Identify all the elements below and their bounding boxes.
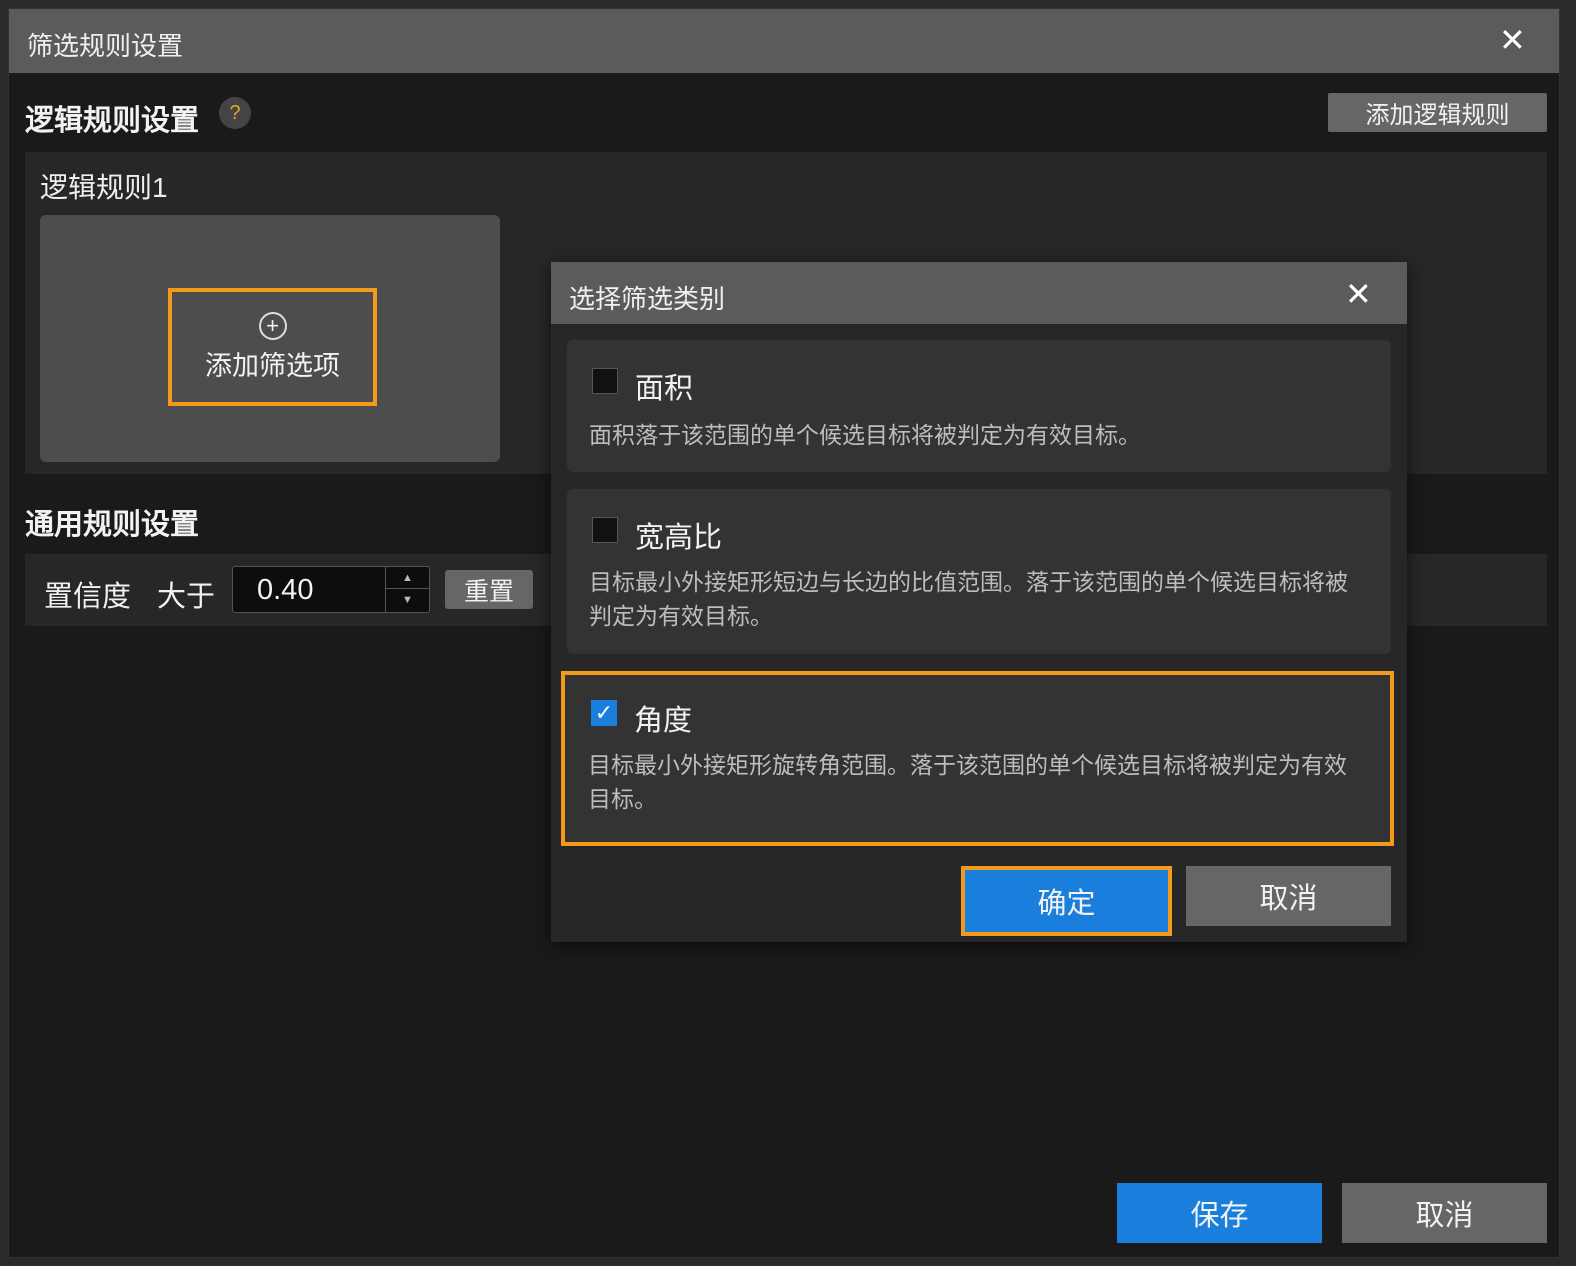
confirm-highlight: 确定	[961, 866, 1172, 936]
add-filter-label: 添加筛选项	[205, 350, 340, 381]
popup-title: 选择筛选类别	[569, 284, 726, 314]
confidence-stepper[interactable]: 0.40 ▲ ▼	[232, 566, 430, 613]
close-icon[interactable]: ✕	[1499, 24, 1526, 56]
dialog-title-bar: 筛选规则设置 ✕	[9, 9, 1559, 73]
confidence-input[interactable]: 0.40	[257, 574, 313, 607]
decrement-icon[interactable]: ▼	[386, 589, 429, 611]
aspect-ratio-checkbox[interactable]	[592, 517, 618, 543]
dialog-title: 筛选规则设置	[27, 31, 184, 61]
popup-close-icon[interactable]: ✕	[1345, 278, 1372, 310]
filter-option-angle[interactable]: ✓ 角度 目标最小外接矩形旋转角范围。落于该范围的单个候选目标将被判定为有效目标…	[561, 671, 1394, 846]
help-icon[interactable]: ?	[219, 97, 251, 129]
confidence-label: 置信度	[44, 581, 132, 613]
area-checkbox[interactable]	[592, 368, 618, 394]
option-description: 目标最小外接矩形旋转角范围。落于该范围的单个候选目标将被判定为有效目标。	[588, 752, 1347, 812]
increment-icon[interactable]: ▲	[386, 567, 429, 589]
option-description: 面积落于该范围的单个候选目标将被判定为有效目标。	[589, 422, 1141, 448]
filter-area: + 添加筛选项	[40, 215, 500, 462]
option-label: 角度	[634, 705, 693, 737]
logic-section-title: 逻辑规则设置	[25, 105, 200, 137]
reset-button[interactable]: 重置	[445, 570, 533, 609]
filter-option-aspect-ratio[interactable]: 宽高比 目标最小外接矩形短边与长边的比值范围。落于该范围的单个候选目标将被判定为…	[567, 489, 1391, 654]
save-button[interactable]: 保存	[1117, 1183, 1322, 1243]
confirm-button[interactable]: 确定	[965, 870, 1168, 932]
filter-option-area[interactable]: 面积 面积落于该范围的单个候选目标将被判定为有效目标。	[567, 340, 1391, 472]
cancel-button[interactable]: 取消	[1342, 1183, 1547, 1243]
plus-circle-icon: +	[258, 311, 287, 340]
add-logic-rule-button[interactable]: 添加逻辑规则	[1328, 93, 1547, 132]
popup-cancel-button[interactable]: 取消	[1186, 866, 1391, 926]
option-label: 宽高比	[635, 522, 723, 554]
popup-title-bar: 选择筛选类别 ✕	[551, 262, 1407, 324]
rule-name: 逻辑规则1	[40, 172, 168, 203]
add-filter-button[interactable]: + 添加筛选项	[168, 288, 377, 406]
option-description: 目标最小外接矩形短边与长边的比值范围。落于该范围的单个候选目标将被判定为有效目标…	[589, 569, 1348, 629]
general-section-title: 通用规则设置	[25, 509, 200, 541]
option-label: 面积	[635, 373, 694, 405]
angle-checkbox-checked-icon[interactable]: ✓	[591, 700, 617, 726]
select-filter-category-popup: 选择筛选类别 ✕ 面积 面积落于该范围的单个候选目标将被判定为有效目标。 宽高比…	[551, 262, 1407, 942]
comparator-label: 大于	[157, 581, 216, 613]
